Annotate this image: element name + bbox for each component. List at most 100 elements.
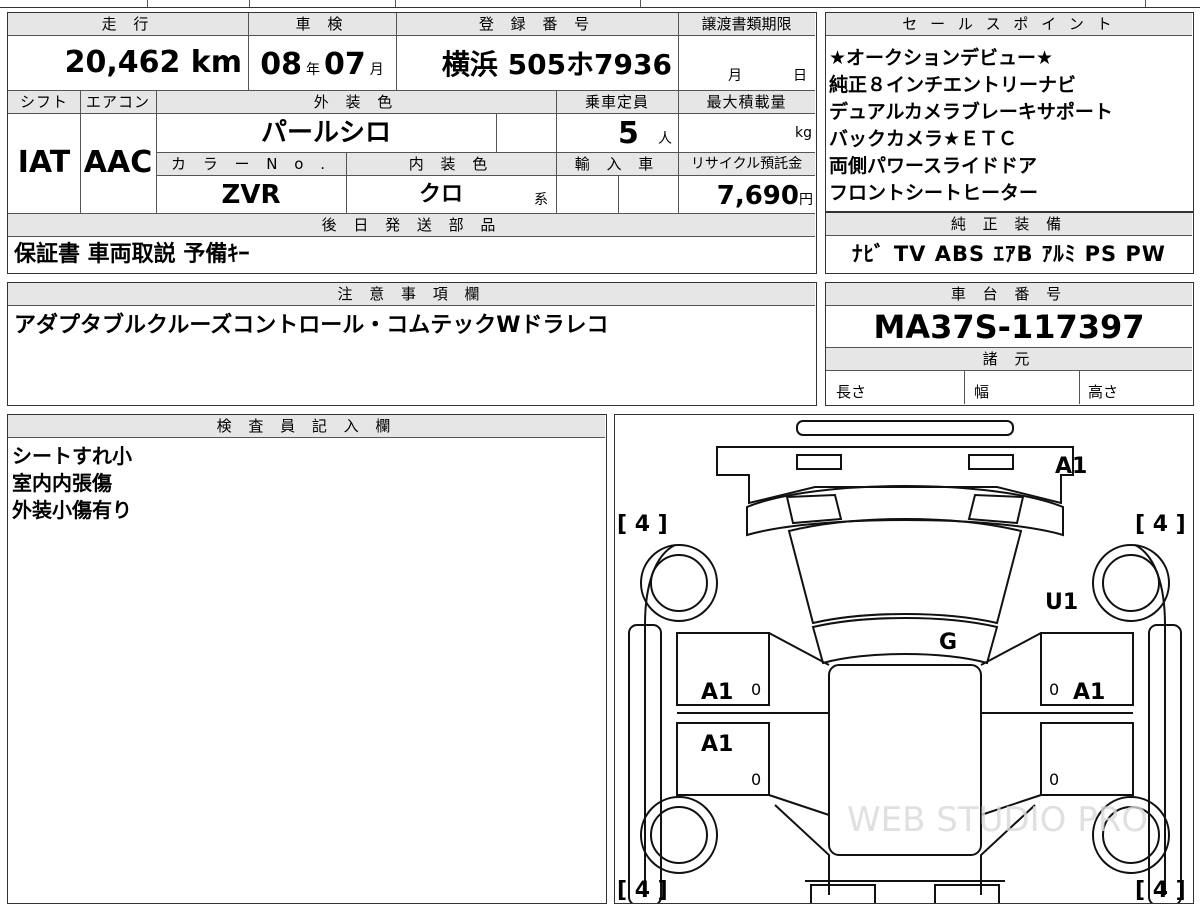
grid-line <box>396 13 397 90</box>
grid-line <box>80 90 81 213</box>
later-parts-value: 保証書 車両取説 予備ｷｰ <box>14 242 250 267</box>
month-unit: 月 <box>369 62 384 78</box>
sales-point-item: ★オークションデビュー★ <box>829 47 1054 69</box>
top-strip-divider <box>147 0 148 7</box>
chassis-panel: 車 台 番 号 MA37S-117397 諸 元 長さ 幅 高さ <box>825 282 1194 406</box>
watermark-text: WEB STUDIO PRO <box>847 800 1148 840</box>
top-strip-divider <box>640 0 641 7</box>
caution-header: 注 意 事 項 欄 <box>8 283 815 306</box>
tire-front-right-label: [ 4 ] <box>1135 512 1186 537</box>
sales-point-item: バックカメラ★ＥＴＣ <box>829 128 1018 150</box>
mileage-value: 20,462 km <box>64 45 242 80</box>
sales-point-item: フロントシートヒーター <box>829 182 1039 204</box>
recycle-header: リサイクル預託金 <box>678 152 815 176</box>
color-no-header: カ ラ ー N o . <box>156 152 346 176</box>
exterior-color-header: 外 装 色 <box>156 90 556 114</box>
sales-point-item: デュアルカメラブレーキサポート <box>829 101 1113 123</box>
grid-line <box>496 113 497 152</box>
later-parts-header: 後 日 発 送 部 品 <box>8 213 815 237</box>
deadline-month-unit: 月 <box>728 68 742 84</box>
top-strip-divider <box>395 0 396 7</box>
capacity-header: 乗車定員 <box>556 90 678 114</box>
genuine-equipment-value: ﾅﾋﾞ TV ABS ｴｱB ｱﾙﾐ PS PW <box>852 242 1166 266</box>
inspection-month: 07 <box>324 47 366 82</box>
shift-header: シフト <box>8 90 80 114</box>
inspection-value: 08 年 07 月 <box>248 37 396 89</box>
damage-mark-right-front-door: A1 <box>1073 680 1105 705</box>
damage-diagram-panel: [ 4 ] [ 4 ] [ 4 ] [ 4 ] A1 U1 G A1 A1 A1… <box>614 414 1194 904</box>
sales-point-item: 純正８インチエントリーナビ <box>829 74 1077 96</box>
registration-value: 横浜 505ホ7936 <box>441 48 672 81</box>
inspection-year: 08 <box>260 47 302 82</box>
interior-suffix: 系 <box>534 192 548 208</box>
inspector-note: 室内内張傷 <box>12 471 112 495</box>
year-unit: 年 <box>306 62 320 78</box>
grid-line <box>618 175 619 213</box>
recycle-unit: 円 <box>799 192 813 208</box>
tire-front-left-label: [ 4 ] <box>617 512 668 537</box>
grid-line <box>346 152 347 213</box>
max-load-header: 最大積載量 <box>678 90 815 114</box>
interior-color-value: クロ <box>418 182 463 207</box>
spec-height-label: 高さ <box>1088 383 1119 401</box>
mileage-header: 走 行 <box>8 13 248 36</box>
inspector-note: 外装小傷有り <box>12 498 132 522</box>
inspection-header: 車 検 <box>248 13 396 36</box>
damage-mark-left-rear-door: A1 <box>701 732 733 757</box>
tire-rear-right-label: [ 4 ] <box>1135 878 1186 903</box>
damage-mark-right-fender: U1 <box>1045 590 1078 615</box>
interior-color-header: 内 装 色 <box>346 152 556 176</box>
caution-panel: 注 意 事 項 欄 アダプタブルクルーズコントロール・コムテックWドラレコ <box>7 282 817 406</box>
inspector-header: 検 査 員 記 入 欄 <box>8 415 605 438</box>
grid-line <box>248 13 249 90</box>
genuine-equipment-header: 純 正 装 備 <box>826 213 1192 236</box>
damage-mark-windshield: G <box>939 630 957 655</box>
exterior-color-value: パールシロ <box>260 118 391 148</box>
grid-line <box>156 90 157 213</box>
top-strip <box>0 0 1200 8</box>
door-zero-mark: 0 <box>1049 770 1059 789</box>
capacity-number: 5 <box>618 116 639 151</box>
recycle-amount: 7,690 <box>716 181 799 211</box>
vehicle-info-table: 走 行 車 検 登 録 番 号 譲渡書類期限 20,462 km 08 年 07 月 … <box>7 12 817 274</box>
damage-mark-left-front-door: A1 <box>701 680 733 705</box>
door-zero-mark: 0 <box>751 680 761 699</box>
color-no-value: ZVR <box>221 180 281 210</box>
damage-mark-front-bumper: A1 <box>1055 454 1087 479</box>
aircon-header: エアコン <box>80 90 156 114</box>
door-zero-mark: 0 <box>1049 680 1059 699</box>
sales-points-panel: セ ー ル ス ポ イ ン ト ★オークションデビュー★ 純正８インチエントリー… <box>825 12 1194 212</box>
sales-points-header: セ ー ル ス ポ イ ン ト <box>826 13 1192 36</box>
spec-width-label: 幅 <box>974 383 990 401</box>
deadline-day-unit: 日 <box>793 68 807 84</box>
capacity-unit: 人 <box>658 131 672 147</box>
chassis-number-value: MA37S-117397 <box>873 308 1145 346</box>
chassis-number-header: 車 台 番 号 <box>826 283 1192 306</box>
capacity-value: 5 人 <box>556 113 678 151</box>
grid-line <box>1079 370 1080 404</box>
shift-value: IAT <box>17 145 71 180</box>
top-strip-divider <box>1145 0 1146 7</box>
spec-length-label: 長さ <box>836 383 867 401</box>
top-strip-divider <box>249 0 250 7</box>
caution-value: アダプタブルクルーズコントロール・コムテックWドラレコ <box>14 313 609 338</box>
inspector-notes: シートすれ小 室内内張傷 外装小傷有り <box>12 443 132 524</box>
sales-points-list: ★オークションデビュー★ 純正８インチエントリーナビ デュアルカメラブレーキサポ… <box>829 45 1191 207</box>
registration-header: 登 録 番 号 <box>396 13 678 36</box>
grid-line <box>964 370 965 404</box>
tire-rear-left-label: [ 4 ] <box>617 878 668 903</box>
inspector-note: シートすれ小 <box>12 444 132 468</box>
import-header: 輸 入 車 <box>556 152 678 176</box>
max-load-unit: kg <box>795 125 812 141</box>
recycle-value: 7,690円 <box>678 175 815 213</box>
specs-header: 諸 元 <box>826 347 1192 371</box>
sales-point-item: 両側パワースライドドア <box>829 155 1038 177</box>
car-diagram: [ 4 ] [ 4 ] [ 4 ] [ 4 ] A1 U1 G A1 A1 A1… <box>617 420 1186 903</box>
door-zero-mark: 0 <box>751 770 761 789</box>
aircon-value: AAC <box>83 145 153 180</box>
inspector-panel: 検 査 員 記 入 欄 シートすれ小 室内内張傷 外装小傷有り <box>7 414 607 904</box>
genuine-equipment-panel: 純 正 装 備 ﾅﾋﾞ TV ABS ｴｱB ｱﾙﾐ PS PW <box>825 212 1194 274</box>
transfer-deadline-header: 譲渡書類期限 <box>678 13 815 36</box>
grid-line <box>556 90 557 213</box>
grid-line <box>678 13 679 213</box>
